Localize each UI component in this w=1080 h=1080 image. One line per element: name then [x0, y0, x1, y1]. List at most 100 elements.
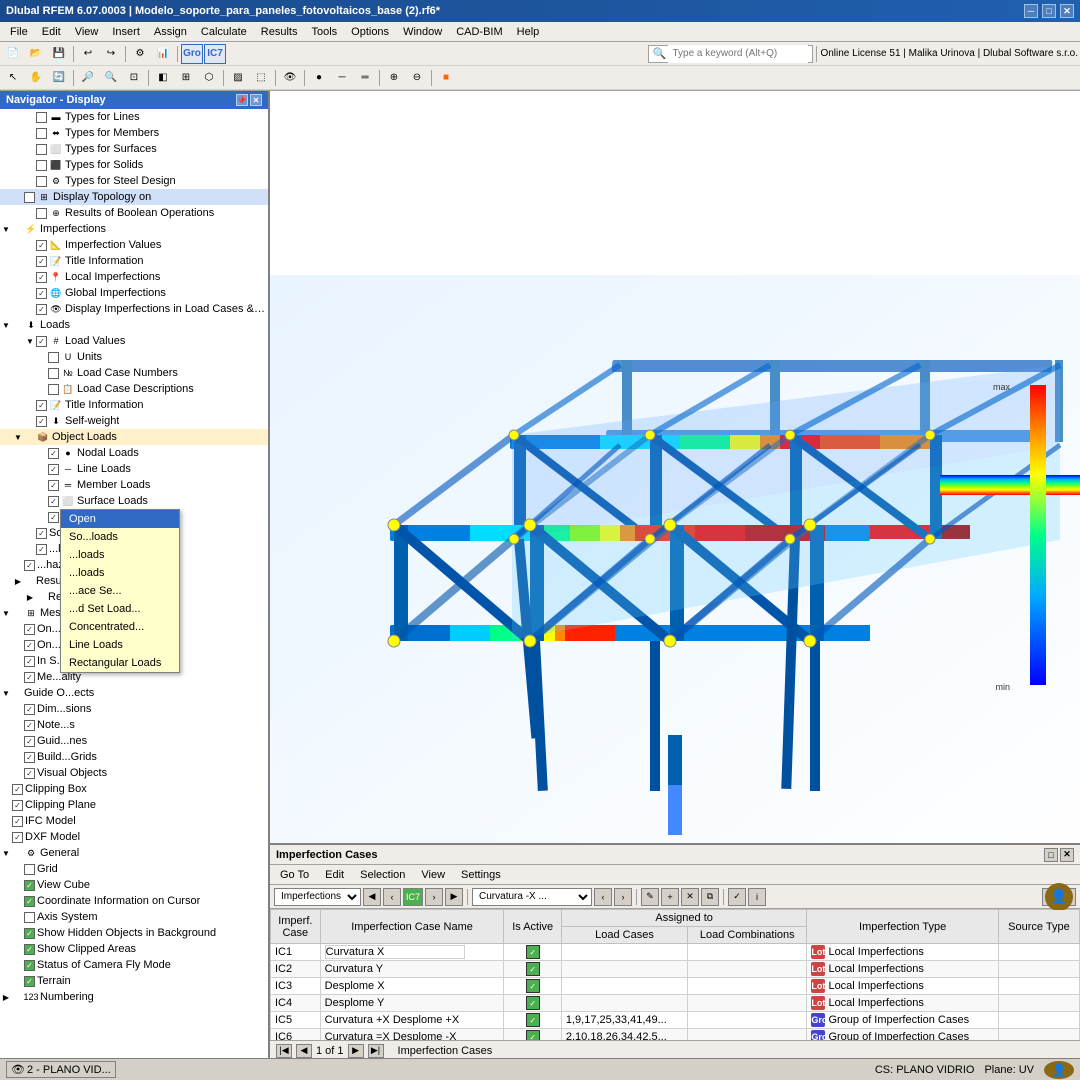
case-select[interactable]: Curvatura -X ... [472, 888, 592, 906]
tree-display-topology[interactable]: ⊞ Display Topology on [0, 189, 268, 205]
prev-btn[interactable]: ◀ [363, 888, 381, 906]
tree-units[interactable]: U Units [0, 349, 268, 365]
tree-boolean-ops[interactable]: ⊕ Results of Boolean Operations [0, 205, 268, 221]
undo-btn[interactable]: ↩ [77, 44, 99, 64]
select-btn[interactable]: ↖ [2, 68, 24, 88]
tree-dxf-model[interactable]: DXF Model [0, 829, 268, 845]
tree-axis-system[interactable]: Axis System [0, 909, 268, 925]
nav-back-btn[interactable]: ‹ [383, 888, 401, 906]
tree-camera-mode[interactable]: Status of Camera Fly Mode [0, 957, 268, 973]
save-btn[interactable]: 💾 [48, 44, 70, 64]
menu-calculate[interactable]: Calculate [195, 24, 253, 40]
table-row-ic3[interactable]: IC3 Desplome X ✓ Lot Local Imperfections [271, 978, 1080, 995]
tree-nodal-loads[interactable]: ● Nodal Loads [0, 445, 268, 461]
tree-imperfections[interactable]: ▼ ⚡ Imperfections [0, 221, 268, 237]
table-row-ic5[interactable]: IC5 Curvatura +X Desplome +X ✓ 1,9,17,25… [271, 1012, 1080, 1029]
menu-cad-bim[interactable]: CAD-BIM [450, 24, 508, 40]
tree-guidlines[interactable]: Guid...nes [0, 733, 268, 749]
tree-imperf-values[interactable]: 📐 Imperfection Values [0, 237, 268, 253]
open-btn[interactable]: 📂 [25, 44, 47, 64]
active-ic-btn[interactable]: IC7 [403, 888, 423, 906]
fit-btn[interactable]: ⊡ [123, 68, 145, 88]
panel-menu-view[interactable]: View [415, 867, 451, 883]
table-row-ic1[interactable]: IC1 ✓ Lot Local Imperfections [271, 944, 1080, 961]
table-row-ic4[interactable]: IC4 Desplome Y ✓ Lot Local Imperfections [271, 995, 1080, 1012]
edit-case-btn[interactable]: ✎ [641, 888, 659, 906]
tree-view-cube[interactable]: View Cube [0, 877, 268, 893]
tree-line-loads[interactable]: ─ Line Loads [0, 461, 268, 477]
table-row-ic2[interactable]: IC2 Curvatura Y ✓ Lot Local Imperfection… [271, 961, 1080, 978]
gro-btn[interactable]: Gro [181, 44, 203, 64]
profile-btn[interactable]: 👤 [1042, 888, 1076, 906]
ctx-concentrated[interactable]: Concentrated... [61, 618, 179, 636]
tree-display-imperf[interactable]: 👁 Display Imperfections in Load Cases & … [0, 301, 268, 317]
nav-fwd-btn[interactable]: › [425, 888, 443, 906]
ctx-so-loads[interactable]: So...loads [61, 528, 179, 546]
tree-types-steel[interactable]: ⚙ Types for Steel Design [0, 173, 268, 189]
menu-view[interactable]: View [69, 24, 105, 40]
menu-tools[interactable]: Tools [305, 24, 343, 40]
redo-btn[interactable]: ↪ [100, 44, 122, 64]
copy-case-btn[interactable]: ⧉ [701, 888, 719, 906]
tree-general[interactable]: ▼ ⚙ General [0, 845, 268, 861]
last-page-btn[interactable]: ▶| [368, 1044, 384, 1058]
tree-title-info[interactable]: 📝 Title Information [0, 253, 268, 269]
load-del-btn[interactable]: ⊖ [406, 68, 428, 88]
tree-dimensions[interactable]: Dim...sions [0, 701, 268, 717]
tree-loads[interactable]: ▼ ⬇ Loads [0, 317, 268, 333]
tree-guide-objects[interactable]: ▼ Guide O...ects [0, 685, 268, 701]
color-btn[interactable]: ■ [435, 68, 457, 88]
case-fwd-btn[interactable]: › [614, 888, 632, 906]
case-back-btn[interactable]: ‹ [594, 888, 612, 906]
menu-assign[interactable]: Assign [148, 24, 193, 40]
ctx-loads2[interactable]: ...loads [61, 564, 179, 582]
tree-object-loads[interactable]: ▼ 📦 Object Loads [0, 429, 268, 445]
render-btn[interactable]: ▨ [227, 68, 249, 88]
ctx-loads1[interactable]: ...loads [61, 546, 179, 564]
menu-edit[interactable]: Edit [36, 24, 67, 40]
close-btn[interactable]: ✕ [1060, 4, 1074, 18]
result-btn[interactable]: 📊 [152, 44, 174, 64]
ctx-line-loads[interactable]: Line Loads [61, 636, 179, 654]
panel-menu-settings[interactable]: Settings [455, 867, 507, 883]
user-avatar[interactable]: 👤 [1044, 1061, 1074, 1079]
next-btn[interactable]: ▶ [445, 888, 463, 906]
panel-menu-selection[interactable]: Selection [354, 867, 411, 883]
tree-building-grids[interactable]: Build...Grids [0, 749, 268, 765]
ctx-open[interactable]: Open [61, 510, 179, 528]
tree-terrain[interactable]: Terrain [0, 973, 268, 989]
menu-options[interactable]: Options [345, 24, 395, 40]
maximize-btn[interactable]: □ [1042, 4, 1056, 18]
tree-types-surfaces[interactable]: ⬜ Types for Surfaces [0, 141, 268, 157]
node-btn[interactable]: ● [308, 68, 330, 88]
new-btn[interactable]: 📄 [2, 44, 24, 64]
filter-dropdown[interactable]: Imperfections [274, 888, 361, 906]
member-btn[interactable]: ═ [354, 68, 376, 88]
tree-visual-objects[interactable]: Visual Objects [0, 765, 268, 781]
wire-btn[interactable]: ⬚ [250, 68, 272, 88]
tree-lc-desc[interactable]: 📋 Load Case Descriptions [0, 381, 268, 397]
tree-lc-numbers[interactable]: № Load Case Numbers [0, 365, 268, 381]
tree-local-imperf[interactable]: 📍 Local Imperfections [0, 269, 268, 285]
del-case-btn[interactable]: ✕ [681, 888, 699, 906]
tree-clipping-plane[interactable]: Clipping Plane [0, 797, 268, 813]
top-view-btn[interactable]: ⊞ [175, 68, 197, 88]
ctx-ace-se[interactable]: ...ace Se... [61, 582, 179, 600]
tree-clipping-box[interactable]: Clipping Box [0, 781, 268, 797]
minimize-btn[interactable]: ─ [1024, 4, 1038, 18]
ctx-rect-loads[interactable]: Rectangular Loads [61, 654, 179, 672]
tree-load-values[interactable]: ▼ # Load Values [0, 333, 268, 349]
tree-grid[interactable]: Grid [0, 861, 268, 877]
panel-menu-edit[interactable]: Edit [319, 867, 350, 883]
panel-menu-goto[interactable]: Go To [274, 867, 315, 883]
prev-page-btn[interactable]: ◀ [296, 1044, 312, 1058]
tree-types-members[interactable]: ⬌ Types for Members [0, 125, 268, 141]
tree-member-loads[interactable]: ═ Member Loads [0, 477, 268, 493]
load-add-btn[interactable]: ⊕ [383, 68, 405, 88]
tree-coord-cursor[interactable]: Coordinate Information on Cursor [0, 893, 268, 909]
calc-btn[interactable]: ⚙ [129, 44, 151, 64]
zoom-in-btn[interactable]: 🔎 [77, 68, 99, 88]
display-btn[interactable]: 👁 [279, 68, 301, 88]
ctx-set-loads[interactable]: ...d Set Load... [61, 600, 179, 618]
3d-view-btn[interactable]: ⬡ [198, 68, 220, 88]
